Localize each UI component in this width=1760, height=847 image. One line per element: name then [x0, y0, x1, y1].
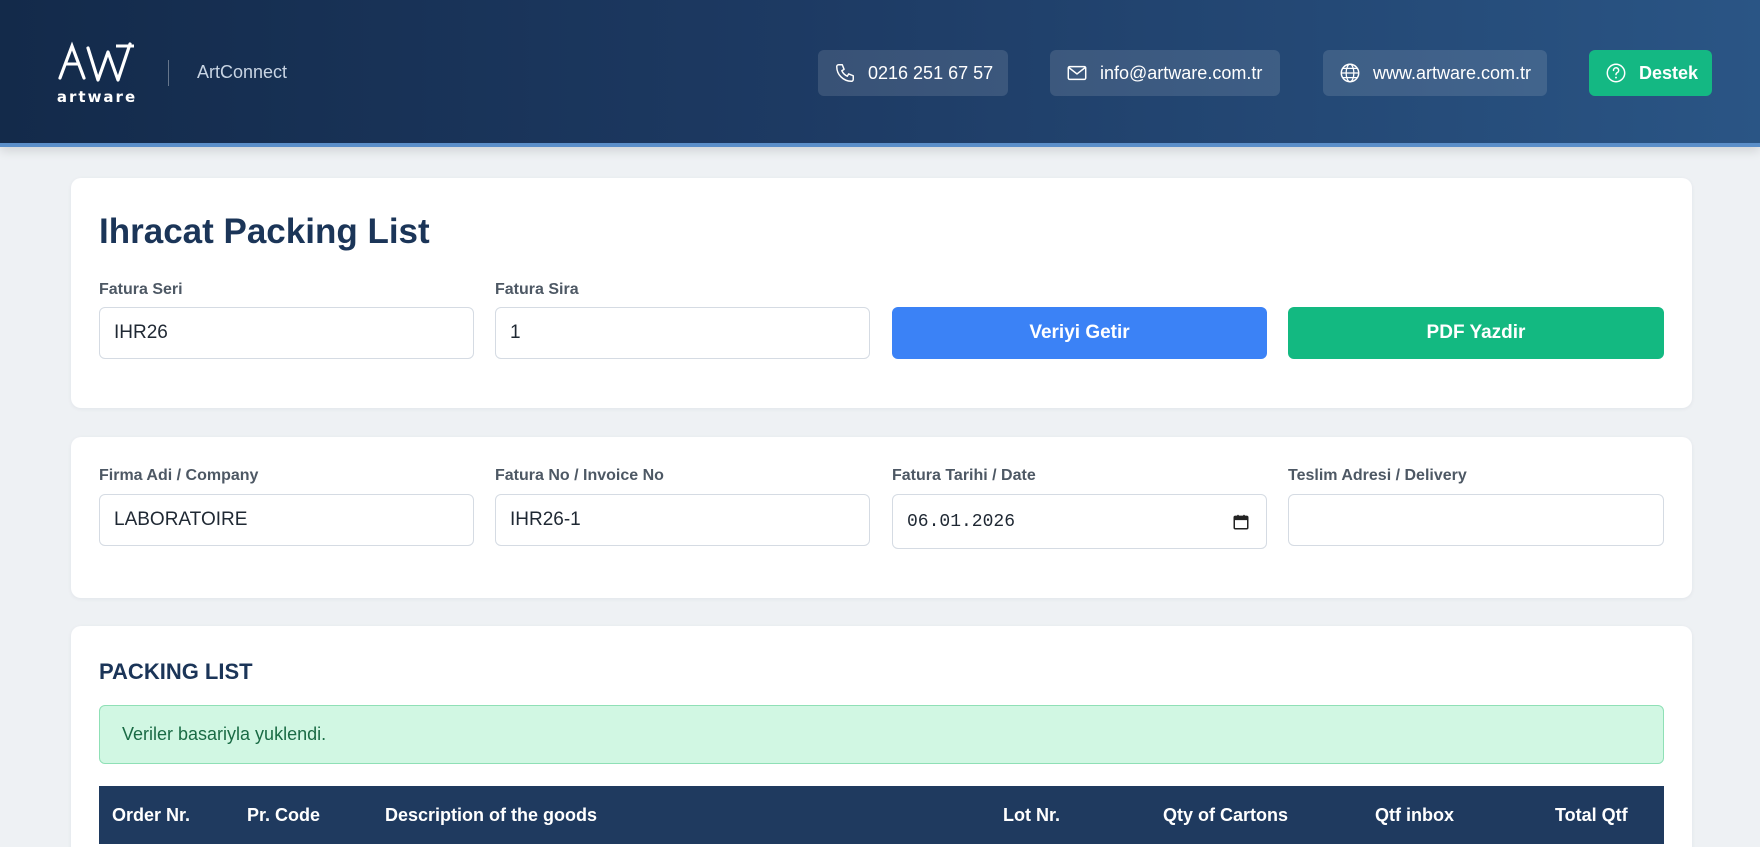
- brand-name: ArtConnect: [197, 62, 288, 82]
- logo-text: artware: [56, 88, 138, 106]
- fatura-seri-input[interactable]: [99, 307, 474, 359]
- invoice-no-input[interactable]: [495, 494, 870, 546]
- column-header-lot-nr[interactable]: Lot Nr.: [1003, 786, 1060, 844]
- column-header-description[interactable]: Description of the goods: [385, 786, 597, 844]
- fatura-seri-label: Fatura Seri: [99, 281, 183, 298]
- company-label: Firma Adi / Company: [99, 467, 259, 484]
- globe-icon: [1340, 63, 1360, 83]
- support-button[interactable]: Destek: [1589, 50, 1712, 96]
- column-header-qty-cartons[interactable]: Qty of Cartons: [1163, 786, 1288, 844]
- delivery-label: Teslim Adresi / Delivery: [1288, 467, 1467, 484]
- phone-icon: [836, 64, 854, 82]
- website-url: www.artware.com.tr: [1373, 62, 1532, 83]
- aw-logo-mark-icon: [58, 41, 134, 82]
- column-header-order-nr[interactable]: Order Nr.: [112, 786, 190, 844]
- column-header-total-qtf[interactable]: Total Qtf: [1555, 786, 1628, 844]
- phone-contact[interactable]: 0216 251 67 57: [818, 50, 1008, 96]
- search-card: Ihracat Packing List Fatura Seri Fatura …: [71, 178, 1692, 408]
- invoice-no-label: Fatura No / Invoice No: [495, 467, 664, 484]
- column-header-qtf-inbox[interactable]: Qtf inbox: [1375, 786, 1454, 844]
- invoice-date-value: 06.01.2026: [907, 511, 1016, 532]
- invoice-date-input[interactable]: 06.01.2026: [892, 494, 1267, 549]
- email-address: info@artware.com.tr: [1100, 62, 1263, 83]
- mail-icon: [1067, 65, 1087, 81]
- help-circle-icon: [1606, 63, 1626, 83]
- brand-divider: [168, 60, 169, 86]
- pdf-print-button[interactable]: PDF Yazdir: [1288, 307, 1664, 359]
- artware-logo[interactable]: artware: [56, 40, 138, 106]
- email-contact[interactable]: info@artware.com.tr: [1050, 50, 1280, 96]
- page-title: Ihracat Packing List: [99, 212, 430, 251]
- packing-list-card: PACKING LIST Veriler basariyla yuklendi.…: [71, 626, 1692, 847]
- phone-number: 0216 251 67 57: [868, 62, 994, 83]
- top-header: artware ArtConnect 0216 251 67 57 info@a…: [0, 0, 1760, 147]
- website-link[interactable]: www.artware.com.tr: [1323, 50, 1547, 96]
- delivery-address-input[interactable]: [1288, 494, 1664, 546]
- packing-table-header: Order Nr. Pr. Code Description of the go…: [99, 786, 1664, 844]
- fetch-data-button[interactable]: Veriyi Getir: [892, 307, 1267, 359]
- support-label: Destek: [1639, 62, 1699, 83]
- calendar-icon[interactable]: [1232, 513, 1250, 531]
- invoice-date-label: Fatura Tarihi / Date: [892, 467, 1036, 484]
- fatura-sira-label: Fatura Sira: [495, 281, 579, 298]
- invoice-info-card: Firma Adi / Company Fatura No / Invoice …: [71, 437, 1692, 598]
- column-header-pr-code[interactable]: Pr. Code: [247, 786, 320, 844]
- packing-list-title: PACKING LIST: [99, 659, 253, 684]
- fatura-sira-input[interactable]: [495, 307, 870, 359]
- success-alert: Veriler basariyla yuklendi.: [99, 705, 1664, 764]
- company-input[interactable]: [99, 494, 474, 546]
